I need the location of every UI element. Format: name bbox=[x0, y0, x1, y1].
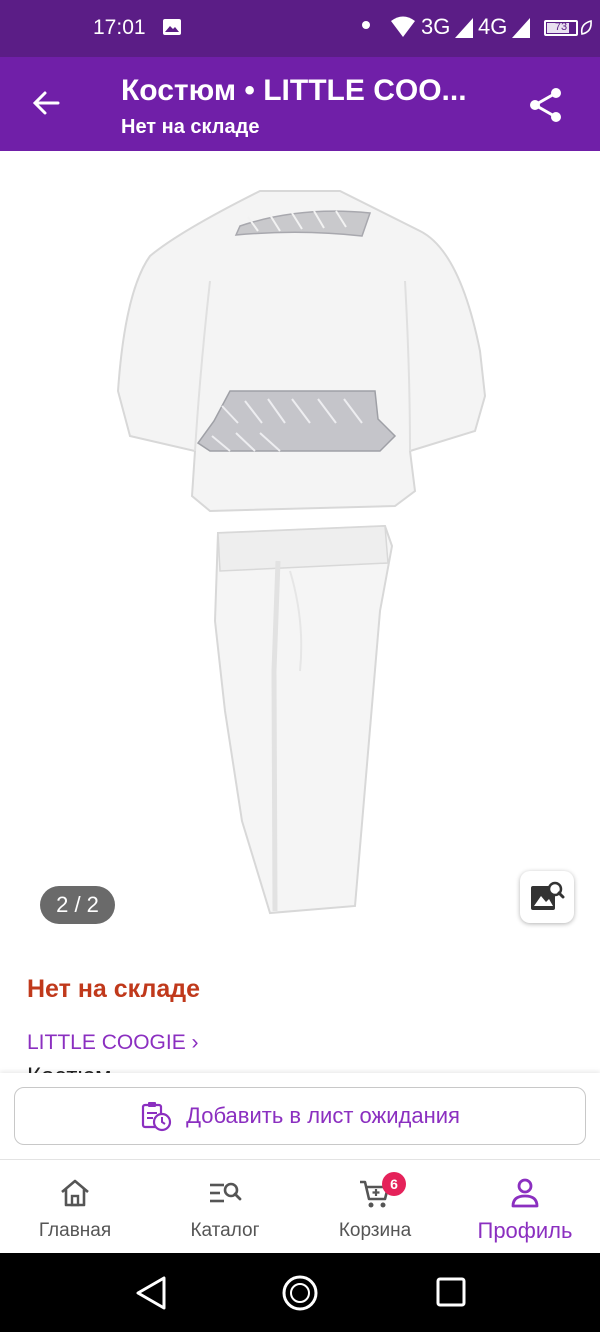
system-recents-icon[interactable] bbox=[436, 1277, 466, 1307]
waitlist-label: Добавить в лист ожидания bbox=[186, 1103, 460, 1128]
back-button[interactable] bbox=[28, 85, 64, 121]
nav-label-home: Главная bbox=[38, 1220, 112, 1241]
signal-icon bbox=[512, 18, 530, 38]
status-time: 17:01 bbox=[93, 16, 146, 39]
clipboard-clock-icon bbox=[141, 1102, 172, 1132]
photo-search-button[interactable] bbox=[520, 871, 574, 923]
page-subtitle: Нет на складе bbox=[121, 116, 260, 138]
catalog-search-icon bbox=[210, 1182, 242, 1203]
arrow-left-icon bbox=[32, 91, 60, 115]
product-gallery[interactable]: 2 / 2 bbox=[0, 151, 600, 941]
battery-level: 73 bbox=[554, 21, 568, 33]
bottom-nav: Главная Каталог 6 Корзина Профиль bbox=[0, 1159, 600, 1253]
wifi-icon bbox=[391, 16, 415, 37]
nav-home[interactable]: Главная bbox=[0, 1160, 150, 1254]
product-photo[interactable] bbox=[0, 151, 600, 941]
share-icon[interactable] bbox=[526, 85, 566, 125]
cart-badge: 6 bbox=[382, 1172, 406, 1196]
app-bar: Костюм • LITTLE COO... Нет на складе bbox=[0, 57, 600, 151]
stock-status: Нет на складе bbox=[27, 975, 201, 1003]
profile-icon bbox=[511, 1178, 539, 1208]
home-icon bbox=[61, 1179, 89, 1207]
product-name: Костюм bbox=[27, 1063, 112, 1073]
battery-icon: 73 bbox=[544, 20, 578, 36]
waitlist-panel: Добавить в лист ожидания bbox=[0, 1073, 600, 1159]
system-home-icon[interactable] bbox=[281, 1274, 319, 1312]
brand-link[interactable]: LITTLE COOGIE › bbox=[27, 1031, 199, 1055]
battery-saver-leaf-icon bbox=[580, 20, 592, 35]
image-search-icon bbox=[531, 881, 565, 910]
add-to-waitlist-button[interactable]: Добавить в лист ожидания bbox=[14, 1087, 586, 1145]
nav-catalog[interactable]: Каталог bbox=[150, 1160, 300, 1254]
system-back-icon[interactable] bbox=[134, 1275, 168, 1311]
nav-label-cart: Корзина bbox=[338, 1220, 412, 1241]
network-type-2: 4G bbox=[478, 14, 508, 39]
page-title: Костюм • LITTLE COO... bbox=[121, 74, 467, 107]
notification-dot-icon bbox=[362, 21, 370, 29]
network-type-1: 3G bbox=[421, 14, 451, 39]
nav-cart[interactable]: 6 Корзина bbox=[300, 1160, 450, 1254]
system-navigation-bar bbox=[0, 1253, 600, 1332]
signal-icon bbox=[455, 18, 473, 38]
nav-label-profile: Профиль bbox=[477, 1218, 573, 1243]
gallery-notification-icon bbox=[163, 19, 181, 35]
nav-profile[interactable]: Профиль bbox=[450, 1160, 600, 1254]
status-bar: 17:01 3G 4G 73 bbox=[0, 0, 600, 57]
nav-label-catalog: Каталог bbox=[190, 1220, 260, 1241]
image-counter: 2 / 2 bbox=[40, 886, 115, 924]
